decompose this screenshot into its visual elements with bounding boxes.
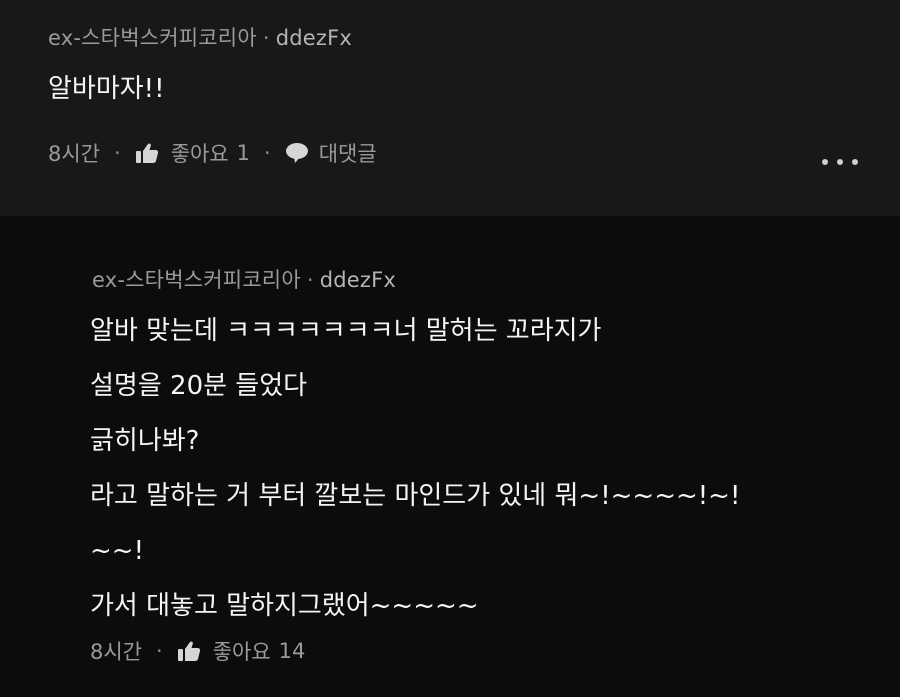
- like-count: 1: [236, 141, 251, 165]
- author-nickname[interactable]: ddezFx: [276, 26, 352, 50]
- speech-bubble-icon: [285, 143, 308, 163]
- like-button[interactable]: 좋아요 14: [177, 636, 306, 666]
- more-dots-icon: [837, 159, 843, 165]
- reply-actions: 8시간 · 좋아요 14: [90, 636, 305, 666]
- action-separator: ·: [156, 639, 163, 663]
- action-separator: ·: [114, 141, 121, 165]
- action-separator: ·: [264, 141, 271, 165]
- reply-line: 가서 대놓고 말하지그랬어~~~~~: [90, 591, 479, 621]
- reply-line: 긁히나봐?: [90, 426, 200, 456]
- reply-time: 8시간: [90, 640, 143, 664]
- like-count: 14: [278, 639, 306, 663]
- comment-card: ex-스타벅스커피코리아 · ddezFx 알바마자!! 8시간 · 좋아요 1 ·…: [0, 0, 900, 216]
- author-nickname[interactable]: ddezFx: [320, 268, 396, 292]
- like-button[interactable]: 좋아요 1: [135, 138, 250, 168]
- author-name[interactable]: ex-스타벅스커피코리아: [92, 268, 301, 292]
- reply-line: 라고 말하는 거 부터 깔보는 마인드가 있네 뭐~!~~~~!~!: [90, 481, 741, 511]
- reply-header: ex-스타벅스커피코리아 · ddezFx: [92, 264, 396, 294]
- comment-text: 알바마자!!: [48, 74, 165, 104]
- reply-line: 알바 맞는데 ㅋㅋㅋㅋㅋㅋㅋ너 말허는 꼬라지가: [90, 316, 602, 346]
- comment-header: ex-스타벅스커피코리아 · ddezFx: [48, 22, 352, 52]
- reply-label: 대댓글: [318, 142, 377, 166]
- more-options-button[interactable]: [822, 152, 858, 172]
- more-dots-icon: [822, 159, 828, 165]
- more-dots-icon: [852, 159, 858, 165]
- comment-body: 알바마자!!: [48, 62, 165, 117]
- reply-card: ex-스타벅스커피코리아 · ddezFx 알바 맞는데 ㅋㅋㅋㅋㅋㅋㅋ너 말허는 …: [0, 216, 900, 697]
- thumbs-up-icon: [135, 143, 158, 163]
- like-label: 좋아요: [212, 640, 271, 664]
- reply-body: 알바 맞는데 ㅋㅋㅋㅋㅋㅋㅋ너 말허는 꼬라지가 설명을 20분 들었다 긁히나…: [90, 304, 740, 634]
- thumbs-up-icon: [177, 641, 200, 661]
- author-name[interactable]: ex-스타벅스커피코리아: [48, 26, 257, 50]
- header-separator: ·: [306, 268, 314, 292]
- comment-time: 8시간: [48, 142, 101, 166]
- reply-line: 설명을 20분 들었다: [90, 371, 308, 401]
- comment-actions: 8시간 · 좋아요 1 · 대댓글: [48, 138, 377, 168]
- header-separator: ·: [262, 26, 270, 50]
- reply-button[interactable]: 대댓글: [285, 138, 377, 168]
- reply-line: ~~!: [90, 536, 144, 566]
- like-label: 좋아요: [170, 142, 229, 166]
